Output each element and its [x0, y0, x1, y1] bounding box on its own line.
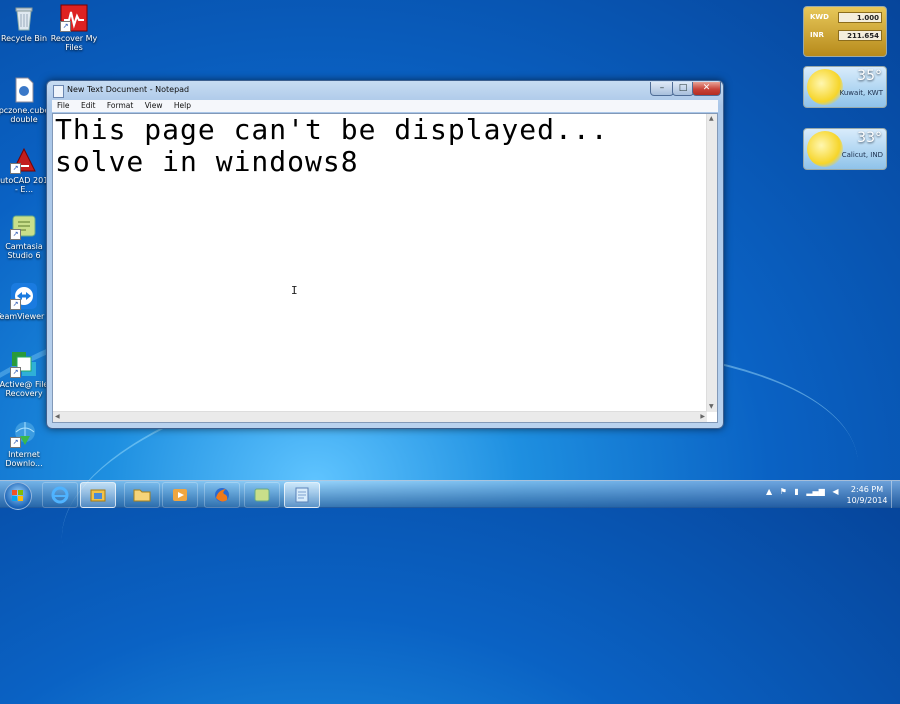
menu-format[interactable]: Format: [102, 100, 137, 110]
scroll-up-icon[interactable]: ▲: [709, 115, 714, 123]
maximize-button[interactable]: □: [672, 82, 694, 96]
system-tray: ▲ ⚑ ▮ ▂▄▆ ◀: [766, 487, 844, 496]
sun-icon: [807, 131, 843, 167]
taskbar-notepad[interactable]: [284, 482, 320, 508]
close-button[interactable]: ✕: [692, 82, 721, 96]
clock-time: 2:46 PM: [850, 485, 884, 494]
taskbar-windows-explorer[interactable]: [80, 482, 116, 508]
taskbar-clock[interactable]: 2:46 PM 10/9/2014: [845, 484, 889, 506]
shortcut-arrow-icon: ↗: [10, 229, 21, 240]
weather-city: Kuwait, KWT: [839, 89, 883, 97]
action-center-flag-icon[interactable]: ⚑: [780, 487, 787, 496]
currency-code[interactable]: KWD: [810, 13, 829, 21]
shortcut-arrow-icon: ↗: [10, 299, 21, 310]
taskbar-camtasia[interactable]: [244, 482, 280, 508]
folder-icon: [133, 489, 151, 502]
currency-code[interactable]: INR: [810, 31, 824, 39]
taskbar-firefox[interactable]: [204, 482, 240, 508]
shortcut-arrow-icon: ↗: [10, 437, 21, 448]
currency-row: INR 211.654: [808, 29, 882, 42]
currency-row: KWD 1.000: [808, 11, 882, 24]
horizontal-scrollbar[interactable]: ◀ ▶: [53, 411, 707, 422]
weather-temperature: 35°: [857, 68, 882, 84]
firefox-icon: [215, 488, 229, 502]
file-recovery-icon: ↗: [10, 350, 38, 378]
camtasia-icon: ↗: [10, 212, 38, 240]
explorer-icon: [90, 489, 106, 502]
media-player-icon: [173, 489, 187, 501]
scroll-down-icon[interactable]: ▼: [709, 403, 714, 411]
recover-my-files-icon: ↗: [60, 4, 88, 32]
menu-help[interactable]: Help: [169, 100, 195, 110]
desktop-icon-label: Recover My Files: [50, 34, 98, 52]
autocad-icon: ↗: [10, 146, 38, 174]
currency-gadget[interactable]: KWD 1.000 INR 211.654: [803, 6, 887, 57]
editor-line-1: This page can't be displayed...: [55, 113, 609, 146]
menu-bar: File Edit Format View Help: [52, 100, 718, 112]
device-icon[interactable]: ▮: [794, 487, 798, 496]
sun-icon: [807, 69, 843, 105]
windows-logo-icon: [12, 490, 23, 501]
shortcut-arrow-icon: ↗: [60, 21, 71, 32]
taskbar-file-folder[interactable]: [124, 482, 160, 508]
document-icon: [10, 76, 38, 104]
notepad-titlebar[interactable]: New Text Document - Notepad – □ ✕: [47, 81, 723, 100]
volume-icon[interactable]: ◀: [832, 487, 838, 496]
weather-temperature: 33°: [857, 130, 882, 146]
desktop-icon-internet-download-manager[interactable]: ↗ Internet Downlo...: [0, 420, 54, 468]
vertical-scrollbar[interactable]: ▲ ▼: [706, 114, 717, 412]
shortcut-arrow-icon: ↗: [10, 367, 21, 378]
desktop-icon-label: Internet Downlo...: [5, 450, 43, 468]
scroll-right-icon[interactable]: ▶: [700, 413, 705, 421]
window-title: New Text Document - Notepad: [67, 85, 190, 94]
recycle-bin-icon: [10, 4, 38, 32]
menu-view[interactable]: View: [140, 100, 167, 110]
network-icon[interactable]: ▂▄▆: [806, 487, 824, 496]
weather-gadget[interactable]: 33° Calicut, IND: [803, 128, 887, 170]
shortcut-arrow-icon: ↗: [10, 163, 21, 174]
internet-download-manager-icon: ↗: [10, 420, 38, 448]
text-cursor-icon: I: [291, 284, 298, 297]
camtasia-icon: [254, 488, 270, 502]
show-hidden-icons-icon[interactable]: ▲: [766, 487, 772, 496]
taskbar: ▲ ⚑ ▮ ▂▄▆ ◀ 2:46 PM 10/9/2014: [0, 480, 900, 510]
internet-explorer-icon: [51, 486, 69, 504]
start-button[interactable]: [4, 482, 32, 510]
currency-value[interactable]: 1.000: [838, 12, 882, 23]
menu-file[interactable]: File: [52, 100, 74, 110]
menu-edit[interactable]: Edit: [76, 100, 100, 110]
scroll-left-icon[interactable]: ◀: [55, 413, 60, 421]
weather-city: Calicut, IND: [841, 151, 883, 159]
weather-gadget[interactable]: 35° Kuwait, KWT: [803, 66, 887, 108]
taskbar-internet-explorer[interactable]: [42, 482, 78, 508]
show-desktop-button[interactable]: [891, 481, 900, 508]
text-editor-area[interactable]: This page can't be displayed... solve in…: [52, 113, 718, 423]
teamviewer-icon: ↗: [10, 282, 38, 310]
desktop-icon-recover-my-files[interactable]: ↗ Recover My Files: [44, 4, 104, 52]
taskbar-media-player[interactable]: [162, 482, 198, 508]
currency-value[interactable]: 211.654: [838, 30, 882, 41]
notepad-icon: [53, 85, 64, 98]
editor-line-2: solve in windows8: [55, 145, 359, 178]
minimize-button[interactable]: –: [650, 82, 674, 96]
notepad-icon: [295, 487, 309, 503]
notepad-window[interactable]: New Text Document - Notepad – □ ✕ File E…: [46, 80, 724, 429]
clock-date: 10/9/2014: [846, 496, 888, 505]
editor-text: This page can't be displayed... solve in…: [55, 114, 609, 178]
